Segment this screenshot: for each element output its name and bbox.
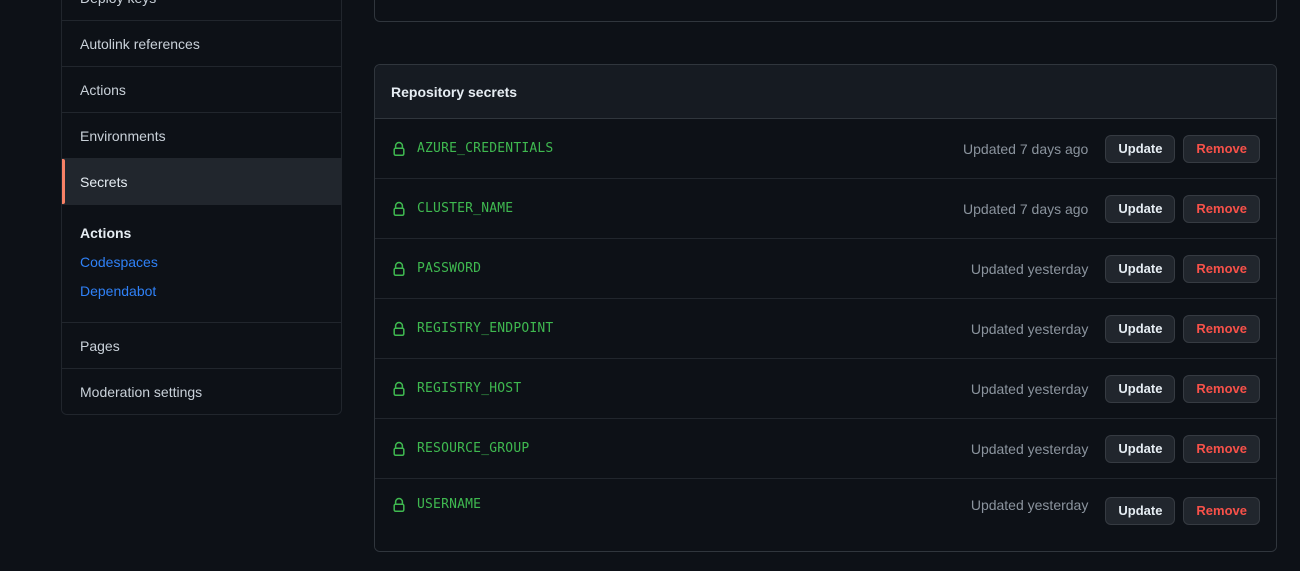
sidebar-item-deploy-keys[interactable]: Deploy keys bbox=[62, 0, 341, 20]
secret-row: REGISTRY_HOST Updated yesterday Update R… bbox=[375, 359, 1276, 419]
settings-page: Deploy keys Autolink references Actions … bbox=[0, 0, 1300, 571]
previous-card-partial bbox=[374, 0, 1277, 22]
sidebar-item-label: Secrets bbox=[80, 173, 128, 190]
sidebar-item-actions[interactable]: Actions bbox=[62, 66, 341, 112]
main-content: Repository secrets AZURE_CREDENTIALS Upd… bbox=[374, 0, 1277, 552]
lock-icon bbox=[393, 141, 405, 156]
update-secret-button[interactable]: Update bbox=[1105, 497, 1176, 525]
secret-name[interactable]: USERNAME bbox=[417, 497, 481, 512]
card-header: Repository secrets bbox=[375, 65, 1276, 119]
secret-row: AZURE_CREDENTIALS Updated 7 days ago Upd… bbox=[375, 119, 1276, 179]
lock-icon bbox=[393, 201, 405, 216]
sidebar-item-label: Moderation settings bbox=[80, 383, 203, 400]
sidebar-item-label: Autolink references bbox=[80, 35, 200, 52]
update-secret-button[interactable]: Update bbox=[1105, 254, 1176, 283]
sidebar-item-secrets[interactable]: Secrets bbox=[62, 158, 341, 204]
secret-name[interactable]: RESOURCE_GROUP bbox=[417, 441, 529, 456]
repository-secrets-card: Repository secrets AZURE_CREDENTIALS Upd… bbox=[374, 64, 1277, 552]
lock-icon bbox=[393, 497, 405, 512]
remove-secret-button[interactable]: Remove bbox=[1183, 314, 1260, 343]
sidebar-item-environments[interactable]: Environments bbox=[62, 112, 341, 158]
sidebar-item-label: Actions bbox=[80, 81, 126, 98]
remove-secret-button[interactable]: Remove bbox=[1183, 194, 1260, 223]
sidebar-subitem-codespaces[interactable]: Codespaces bbox=[80, 248, 341, 277]
secret-row: USERNAME Updated yesterday Update Remove bbox=[375, 479, 1276, 551]
secret-updated-timestamp: Updated yesterday bbox=[970, 380, 1089, 397]
lock-icon bbox=[393, 321, 405, 336]
sidebar-item-autolink-references[interactable]: Autolink references bbox=[62, 20, 341, 66]
secret-name[interactable]: AZURE_CREDENTIALS bbox=[417, 141, 553, 156]
remove-secret-button[interactable]: Remove bbox=[1183, 497, 1260, 525]
secret-updated-timestamp: Updated yesterday bbox=[970, 320, 1089, 337]
sidebar-subitem-actions[interactable]: Actions bbox=[80, 219, 341, 248]
secret-name[interactable]: CLUSTER_NAME bbox=[417, 201, 513, 216]
sidebar-item-label: Pages bbox=[80, 337, 120, 354]
lock-icon bbox=[393, 381, 405, 396]
secret-updated-timestamp: Updated yesterday bbox=[970, 260, 1089, 277]
settings-sidebar: Deploy keys Autolink references Actions … bbox=[61, 0, 342, 415]
update-secret-button[interactable]: Update bbox=[1105, 374, 1176, 403]
secret-row: REGISTRY_ENDPOINT Updated yesterday Upda… bbox=[375, 299, 1276, 359]
secrets-list: AZURE_CREDENTIALS Updated 7 days ago Upd… bbox=[375, 119, 1276, 551]
secret-name[interactable]: REGISTRY_HOST bbox=[417, 381, 521, 396]
remove-secret-button[interactable]: Remove bbox=[1183, 434, 1260, 463]
secret-updated-timestamp: Updated yesterday bbox=[970, 497, 1089, 513]
secret-updated-timestamp: Updated 7 days ago bbox=[963, 200, 1089, 217]
remove-secret-button[interactable]: Remove bbox=[1183, 134, 1260, 163]
lock-icon bbox=[393, 261, 405, 276]
secret-updated-timestamp: Updated 7 days ago bbox=[963, 140, 1089, 157]
secret-name[interactable]: REGISTRY_ENDPOINT bbox=[417, 321, 553, 336]
card-title: Repository secrets bbox=[391, 83, 518, 100]
secret-row: PASSWORD Updated yesterday Update Remove bbox=[375, 239, 1276, 299]
update-secret-button[interactable]: Update bbox=[1105, 314, 1176, 343]
secret-updated-timestamp: Updated yesterday bbox=[970, 440, 1089, 457]
sidebar-item-moderation-settings[interactable]: Moderation settings bbox=[62, 368, 341, 414]
sidebar-item-label: Environments bbox=[80, 127, 166, 144]
lock-icon bbox=[393, 441, 405, 456]
update-secret-button[interactable]: Update bbox=[1105, 434, 1176, 463]
sidebar-nav-group: Deploy keys Autolink references Actions … bbox=[61, 0, 342, 415]
secret-name[interactable]: PASSWORD bbox=[417, 261, 481, 276]
sidebar-subitem-dependabot[interactable]: Dependabot bbox=[80, 277, 341, 306]
remove-secret-button[interactable]: Remove bbox=[1183, 254, 1260, 283]
update-secret-button[interactable]: Update bbox=[1105, 194, 1176, 223]
update-secret-button[interactable]: Update bbox=[1105, 134, 1176, 163]
sidebar-secrets-subnav: Actions Codespaces Dependabot bbox=[62, 204, 341, 322]
sidebar-item-pages[interactable]: Pages bbox=[62, 322, 341, 368]
sidebar-item-label: Deploy keys bbox=[80, 0, 156, 6]
secret-row: RESOURCE_GROUP Updated yesterday Update … bbox=[375, 419, 1276, 479]
remove-secret-button[interactable]: Remove bbox=[1183, 374, 1260, 403]
secret-row: CLUSTER_NAME Updated 7 days ago Update R… bbox=[375, 179, 1276, 239]
